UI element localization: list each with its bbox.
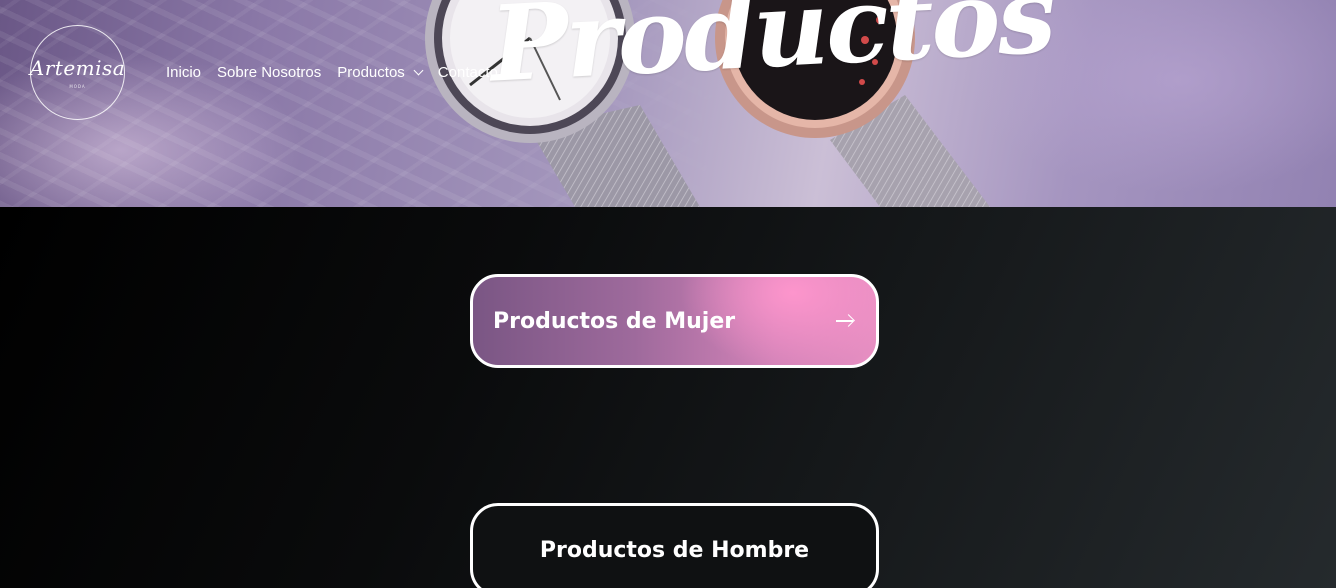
logo-subtext: MODA xyxy=(69,84,86,89)
nav-item-label: Sobre Nosotros xyxy=(217,64,322,81)
nav-item-inicio[interactable]: Inicio xyxy=(166,64,201,81)
nav-item-sobre-nosotros[interactable]: Sobre Nosotros xyxy=(217,64,321,81)
logo-text: Artemisa xyxy=(29,56,126,80)
nav-item-contacto[interactable]: Contacto xyxy=(438,64,498,81)
women-products-button[interactable]: Productos de Mujer xyxy=(470,274,879,368)
arrow-right-icon xyxy=(836,314,854,328)
nav-item-label: Productos xyxy=(337,64,405,81)
hero-banner: Artemisa MODA Inicio Sobre Nosotros Prod… xyxy=(0,0,1336,207)
women-products-label: Productos de Mujer xyxy=(493,308,736,334)
nav-item-productos[interactable]: Productos xyxy=(337,64,424,81)
main-nav: Inicio Sobre Nosotros Productos Contacto xyxy=(166,64,514,81)
brand-logo[interactable]: Artemisa MODA xyxy=(30,25,125,120)
men-products-label: Productos de Hombre xyxy=(539,537,810,563)
nav-item-label: Contacto xyxy=(437,64,498,81)
chevron-down-icon xyxy=(413,65,424,76)
nav-item-label: Inicio xyxy=(166,64,202,81)
men-products-button[interactable]: Productos de Hombre xyxy=(470,503,879,588)
